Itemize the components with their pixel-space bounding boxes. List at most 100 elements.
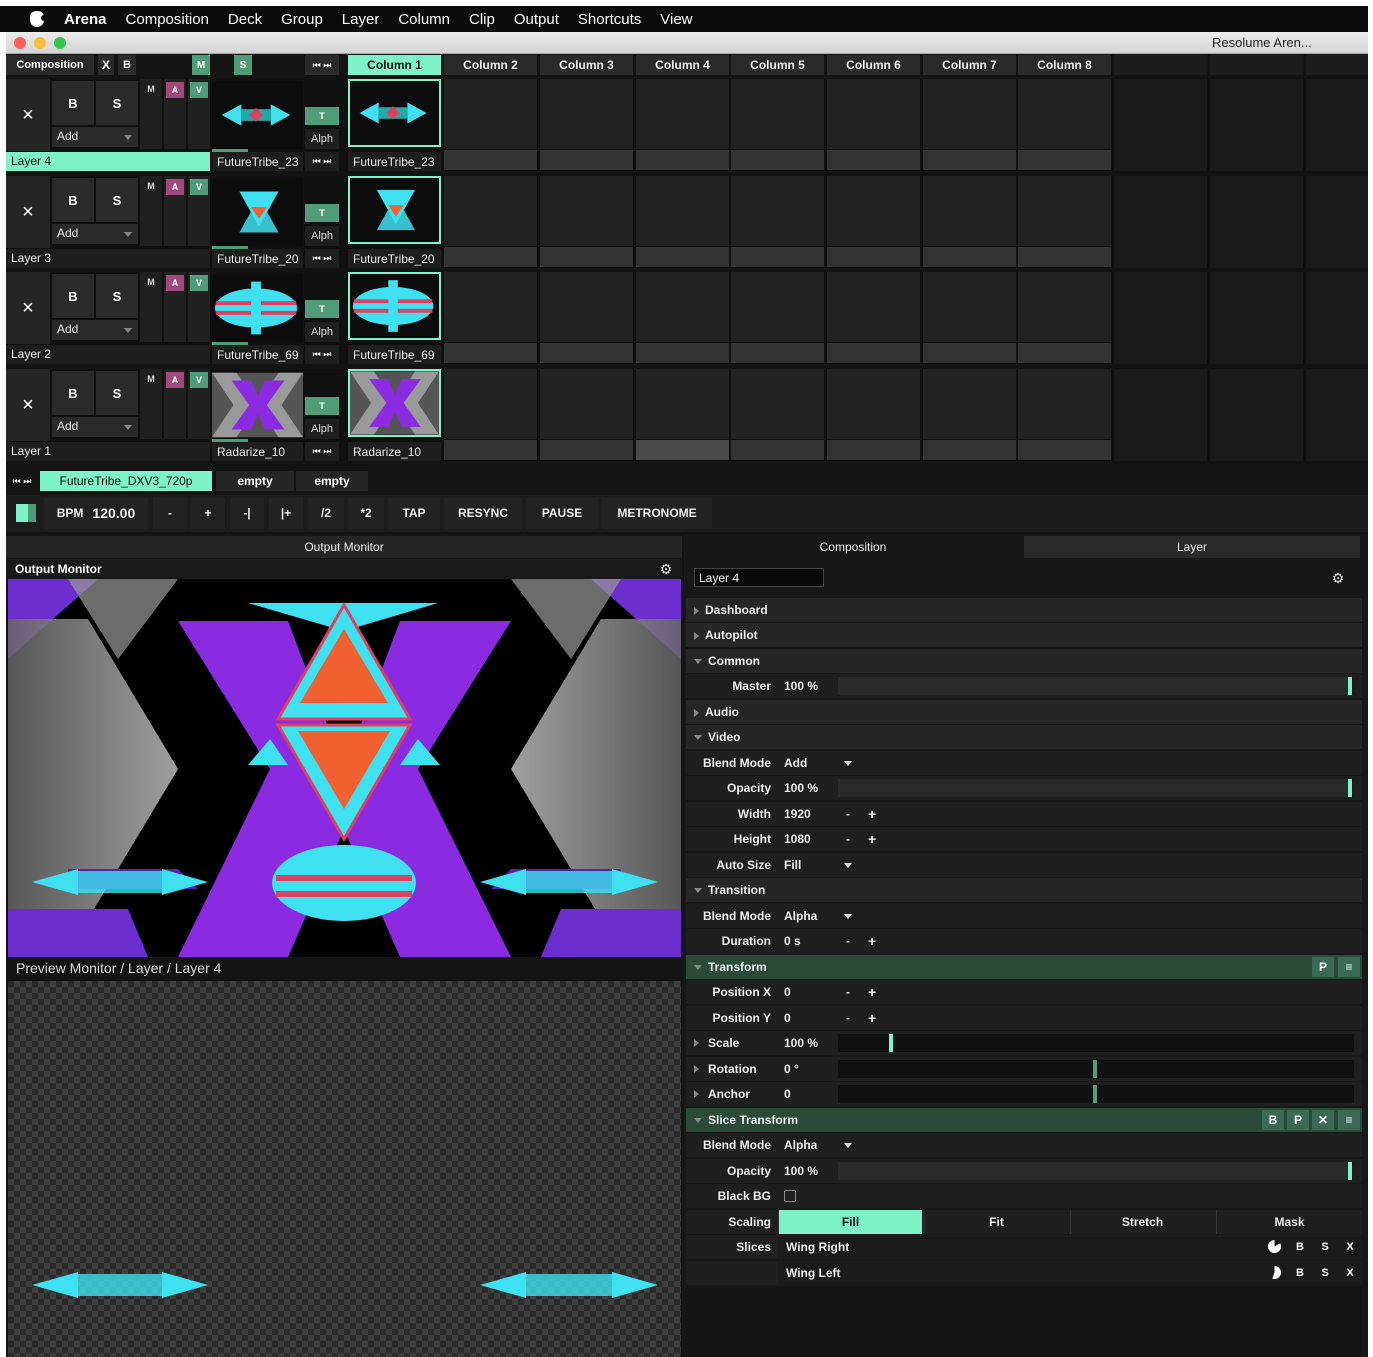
resync-button[interactable]: RESYNC xyxy=(444,497,522,529)
section-slice-transform[interactable]: Slice Transform B P ✕ ≡ xyxy=(686,1108,1362,1132)
scaling-fit-button[interactable]: Fit xyxy=(924,1210,1068,1234)
slider-handle[interactable] xyxy=(1093,1085,1097,1103)
clip-slot-empty[interactable] xyxy=(731,79,824,149)
layer-name-label[interactable]: Layer 4 xyxy=(6,152,210,171)
menu-app-name[interactable]: Arena xyxy=(64,11,107,28)
slice-remove-button[interactable]: ✕ xyxy=(1312,1110,1334,1130)
layer-v-button[interactable]: V xyxy=(190,275,208,291)
chevron-down-icon[interactable] xyxy=(844,863,852,868)
increment-button[interactable]: + xyxy=(868,806,876,822)
slider-handle[interactable] xyxy=(1348,1162,1352,1180)
scaling-fill-button[interactable]: Fill xyxy=(778,1210,922,1234)
slice-menu-button[interactable]: ≡ xyxy=(1338,1110,1360,1130)
transform-scale-value[interactable]: 100 % xyxy=(784,1036,818,1050)
clip-slot-empty[interactable] xyxy=(731,369,824,439)
minimize-window-button[interactable] xyxy=(34,37,46,49)
slice-item-solo-button[interactable]: S xyxy=(1317,1238,1333,1256)
comp-bypass-button[interactable]: B xyxy=(118,55,136,75)
layer-solo-button[interactable]: S xyxy=(96,178,138,222)
nudge-back-button[interactable]: -| xyxy=(230,497,264,529)
layer-clear-button[interactable]: × xyxy=(6,79,50,151)
deck-tab-3[interactable]: empty xyxy=(296,471,368,491)
layer-name-field[interactable]: Layer 4 xyxy=(694,568,824,587)
slice-edit-icon[interactable] xyxy=(1268,1266,1281,1279)
increment-button[interactable]: + xyxy=(868,831,876,847)
clip-slot-empty[interactable] xyxy=(1018,79,1111,149)
slice-opacity-slider[interactable] xyxy=(838,1162,1354,1180)
clip-slot[interactable] xyxy=(348,176,441,244)
layer-m-button[interactable]: M xyxy=(143,275,159,289)
increment-button[interactable]: + xyxy=(868,1010,876,1026)
gear-icon[interactable]: ⚙ xyxy=(1330,570,1346,586)
metronome-button[interactable]: METRONOME xyxy=(602,497,712,529)
video-width-value[interactable]: 1920 xyxy=(784,807,811,821)
layer-transition-blend[interactable]: Alph xyxy=(305,129,339,149)
half-tempo-button[interactable]: /2 xyxy=(308,497,344,529)
transform-anchor-value[interactable]: 0 xyxy=(784,1087,791,1101)
layer-clear-button[interactable]: × xyxy=(6,176,50,248)
clip-slot-empty[interactable] xyxy=(923,272,1016,342)
layer-blend-select[interactable]: Add xyxy=(52,224,138,244)
master-param-slider[interactable] xyxy=(838,677,1354,695)
slice-item[interactable]: Wing Left B S X xyxy=(778,1261,1362,1285)
layer-transition-button[interactable]: T xyxy=(305,397,339,415)
transform-rotation-slider[interactable] xyxy=(838,1060,1354,1078)
output-monitor-tab[interactable]: Output Monitor xyxy=(6,536,682,558)
scaling-stretch-button[interactable]: Stretch xyxy=(1070,1210,1214,1234)
video-opacity-slider[interactable] xyxy=(838,779,1354,797)
clip-slot-empty[interactable] xyxy=(923,369,1016,439)
slice-item-solo-button[interactable]: S xyxy=(1317,1264,1333,1282)
layer-transition-button[interactable]: T xyxy=(305,204,339,222)
layer-v-button[interactable]: V xyxy=(190,372,208,388)
layer-blend-select[interactable]: Add xyxy=(52,417,138,437)
section-audio[interactable]: Audio xyxy=(686,700,1362,724)
decrement-button[interactable]: - xyxy=(846,832,850,846)
bpm-plus-button[interactable]: + xyxy=(191,497,225,529)
layer-v-button[interactable]: V xyxy=(190,82,208,98)
clip-slot-empty[interactable] xyxy=(636,272,729,342)
layer-nav-button[interactable]: ⏮ ⏭ xyxy=(305,345,339,364)
layer-preview-thumbnail[interactable] xyxy=(212,274,303,342)
video-opacity-value[interactable]: 100 % xyxy=(784,781,818,795)
clip-slot-empty[interactable] xyxy=(1018,369,1111,439)
layer-preview-thumbnail[interactable] xyxy=(212,371,303,439)
clip-slot-empty[interactable] xyxy=(731,176,824,246)
clip-slot[interactable] xyxy=(348,79,441,147)
layer-a-button[interactable]: A xyxy=(166,179,184,195)
decrement-button[interactable]: - xyxy=(846,934,850,948)
clip-slot-empty[interactable] xyxy=(540,176,633,246)
menu-view[interactable]: View xyxy=(660,11,692,28)
clip-slot-empty[interactable] xyxy=(444,369,537,439)
decrement-button[interactable]: - xyxy=(846,1011,850,1025)
increment-button[interactable]: + xyxy=(868,933,876,949)
section-dashboard[interactable]: Dashboard xyxy=(686,598,1362,622)
clip-slot-empty[interactable] xyxy=(827,176,920,246)
output-monitor-view[interactable] xyxy=(8,579,681,957)
layer-clear-button[interactable]: × xyxy=(6,272,50,344)
layer-blend-select[interactable]: Add xyxy=(52,320,138,340)
clip-slot-empty[interactable] xyxy=(1018,176,1111,246)
clip-slot-empty[interactable] xyxy=(636,176,729,246)
comp-clear-button[interactable]: X xyxy=(98,55,114,75)
close-window-button[interactable] xyxy=(14,37,26,49)
transition-blend-mode-value[interactable]: Alpha xyxy=(784,909,817,923)
comp-m-button[interactable]: M xyxy=(192,55,210,75)
section-autopilot[interactable]: Autopilot xyxy=(686,623,1362,647)
clip-slot-empty[interactable] xyxy=(444,272,537,342)
zoom-window-button[interactable] xyxy=(54,37,66,49)
menu-clip[interactable]: Clip xyxy=(469,11,495,28)
layer-blend-select[interactable]: Add xyxy=(52,127,138,147)
inspector-tab-composition[interactable]: Composition xyxy=(686,536,1020,558)
layer-nav-button[interactable]: ⏮ ⏭ xyxy=(305,249,339,268)
layer-nav-button[interactable]: ⏮ ⏭ xyxy=(305,442,339,461)
clip-slot-empty[interactable] xyxy=(636,79,729,149)
section-video[interactable]: Video xyxy=(686,725,1362,749)
slice-bypass-button[interactable]: B xyxy=(1262,1110,1284,1130)
menu-column[interactable]: Column xyxy=(398,11,450,28)
scaling-mask-button[interactable]: Mask xyxy=(1216,1210,1362,1234)
slice-preset-button[interactable]: P xyxy=(1287,1110,1309,1130)
layer-name-label[interactable]: Layer 3 xyxy=(6,249,210,268)
slice-blend-mode-value[interactable]: Alpha xyxy=(784,1138,817,1152)
deck-nav-button[interactable]: ⏮ ⏭ xyxy=(8,471,36,491)
clip-slot-empty[interactable] xyxy=(1018,272,1111,342)
